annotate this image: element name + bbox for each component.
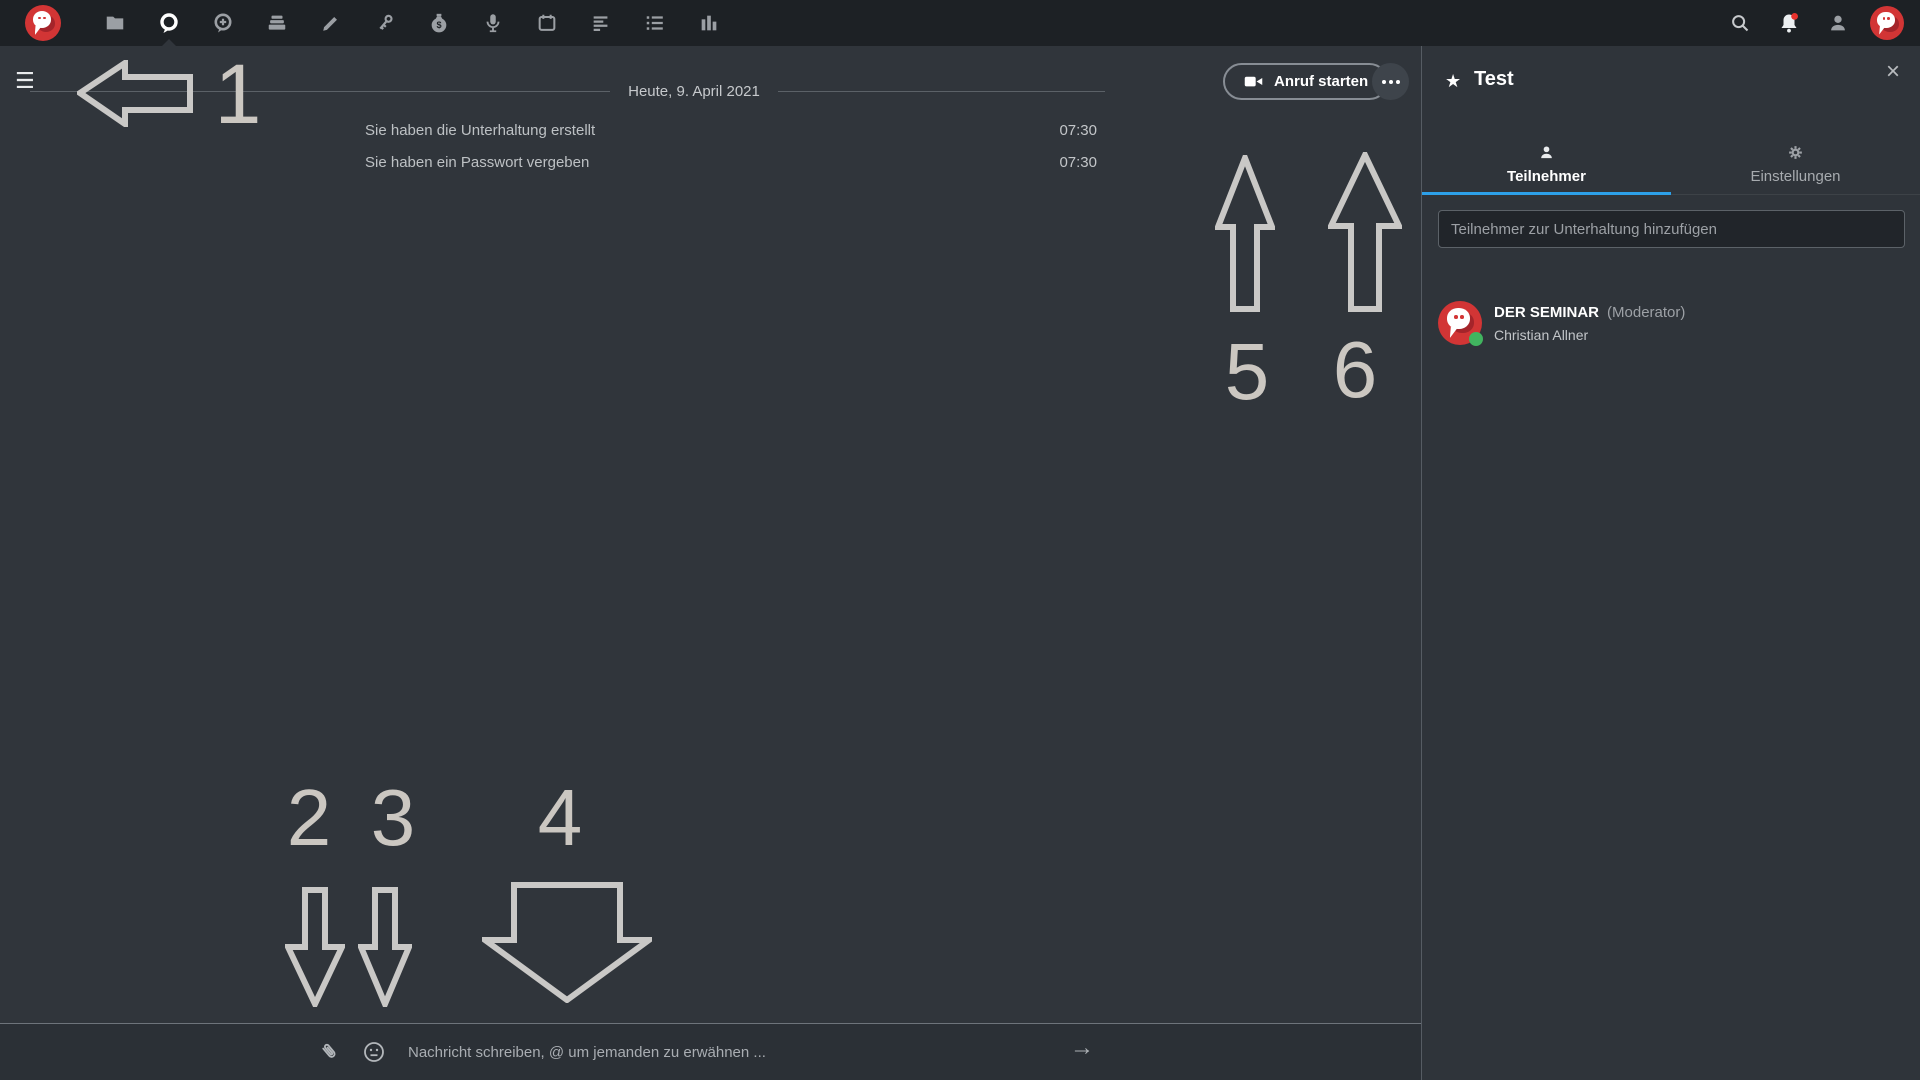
text-lines-icon <box>590 12 612 34</box>
unified-search-button[interactable] <box>1723 6 1757 40</box>
search-icon <box>1729 12 1751 34</box>
bell-icon <box>1777 11 1801 35</box>
date-separator-line <box>778 91 1105 92</box>
topbar-right-actions <box>1723 0 1904 46</box>
online-status-badge <box>1469 332 1483 346</box>
annotation-arrow-down-3 <box>358 887 412 1007</box>
tab-participants[interactable]: Teilnehmer <box>1422 142 1671 194</box>
annotation-number-1: 1 <box>208 52 268 136</box>
top-navigation-bar: $ <box>0 0 1920 46</box>
app-logo-button[interactable] <box>25 5 61 41</box>
sidebar-tabs: Teilnehmer Einstellungen <box>1422 142 1920 195</box>
conversation-menu-button[interactable] <box>1372 63 1409 100</box>
tab-settings-label: Einstellungen <box>1671 168 1920 185</box>
favorite-star-icon: ★ <box>1445 71 1461 92</box>
folder-icon <box>104 12 126 34</box>
participants-icon <box>1538 144 1555 161</box>
deck-app-button[interactable] <box>250 0 304 46</box>
participant-display-name: Christian Allner <box>1494 327 1588 343</box>
sidebar-toggle-button[interactable]: ☰ <box>15 70 35 92</box>
calendar-icon <box>536 12 558 34</box>
participant-row[interactable]: DER SEMINAR (Moderator) Christian Allner <box>1422 292 1920 356</box>
microphone-icon <box>482 12 504 34</box>
annotation-arrow-left-1 <box>77 60 193 127</box>
pencil-icon <box>320 12 342 34</box>
chat-bubble-icon <box>157 11 181 35</box>
bullet-list-icon <box>644 12 666 34</box>
notification-badge <box>1791 13 1798 20</box>
send-message-button[interactable]: → <box>1070 1036 1094 1060</box>
gear-icon <box>1787 144 1804 161</box>
participant-role: (Moderator) <box>1607 304 1685 321</box>
passwords-app-button[interactable] <box>358 0 412 46</box>
annotation-number-4: 4 <box>530 778 590 858</box>
message-timestamp: 07:30 <box>1035 122 1097 139</box>
add-participant-input[interactable] <box>1438 210 1905 248</box>
message-input[interactable] <box>408 1038 1028 1066</box>
notes-app-button[interactable] <box>304 0 358 46</box>
start-call-label: Anruf starten <box>1274 73 1368 90</box>
annotation-number-5: 5 <box>1217 332 1277 412</box>
annotation-arrow-down-4 <box>482 882 652 1003</box>
annotation-number-3: 3 <box>363 778 423 858</box>
money-bag-icon: $ <box>428 12 450 34</box>
contacts-button[interactable] <box>1821 6 1855 40</box>
tasks-app-button[interactable] <box>628 0 682 46</box>
key-icon <box>374 12 396 34</box>
tab-participants-label: Teilnehmer <box>1422 168 1671 185</box>
announcements-app-button[interactable] <box>574 0 628 46</box>
smiley-icon <box>362 1040 386 1064</box>
tab-settings[interactable]: Einstellungen <box>1671 142 1920 194</box>
notifications-button[interactable] <box>1772 6 1806 40</box>
start-call-button[interactable]: Anruf starten <box>1223 63 1388 100</box>
money-app-button[interactable]: $ <box>412 0 466 46</box>
paperclip-icon <box>318 1040 342 1064</box>
app-window: $ <box>0 0 1920 1080</box>
stack-icon <box>266 12 288 34</box>
conversation-sidebar: × ★ Test Teilnehmer Einstellungen <box>1421 46 1920 1080</box>
chat-view: ☰ Heute, 9. April 2021 Anruf starten Sie… <box>0 46 1421 1080</box>
annotation-arrow-up-6 <box>1328 152 1402 312</box>
dictation-app-button[interactable] <box>466 0 520 46</box>
participant-name: DER SEMINAR <box>1494 304 1599 321</box>
user-menu-button[interactable] <box>1870 6 1904 40</box>
chat-bubble-plus-icon <box>211 11 235 35</box>
files-app-button[interactable] <box>88 0 142 46</box>
message-timestamp: 07:30 <box>1035 154 1097 171</box>
system-message: Sie haben die Unterhaltung erstellt <box>365 122 595 139</box>
contacts-icon <box>1827 12 1849 34</box>
app-menu: $ <box>88 0 736 46</box>
calendar-app-button[interactable] <box>520 0 574 46</box>
annotation-arrow-up-5 <box>1215 155 1275 312</box>
date-separator: Heute, 9. April 2021 <box>610 83 778 100</box>
active-app-indicator <box>162 39 176 46</box>
annotation-arrow-down-2 <box>285 887 345 1007</box>
talk-add-app-button[interactable] <box>196 0 250 46</box>
annotation-number-6: 6 <box>1325 330 1385 410</box>
close-sidebar-button[interactable]: × <box>1886 60 1900 84</box>
user-avatar <box>1870 6 1904 40</box>
dots-icon <box>1382 80 1386 84</box>
app-logo-icon <box>25 5 61 41</box>
emoji-picker-button[interactable] <box>362 1040 386 1069</box>
annotation-number-2: 2 <box>279 778 339 858</box>
attach-file-button[interactable] <box>318 1040 342 1069</box>
message-composer: → <box>0 1023 1421 1080</box>
conversation-title: Test <box>1474 68 1514 91</box>
video-camera-icon <box>1243 71 1264 92</box>
analytics-app-button[interactable] <box>682 0 736 46</box>
svg-text:$: $ <box>436 20 441 30</box>
bar-chart-icon <box>698 12 720 34</box>
system-message: Sie haben ein Passwort vergeben <box>365 154 589 171</box>
